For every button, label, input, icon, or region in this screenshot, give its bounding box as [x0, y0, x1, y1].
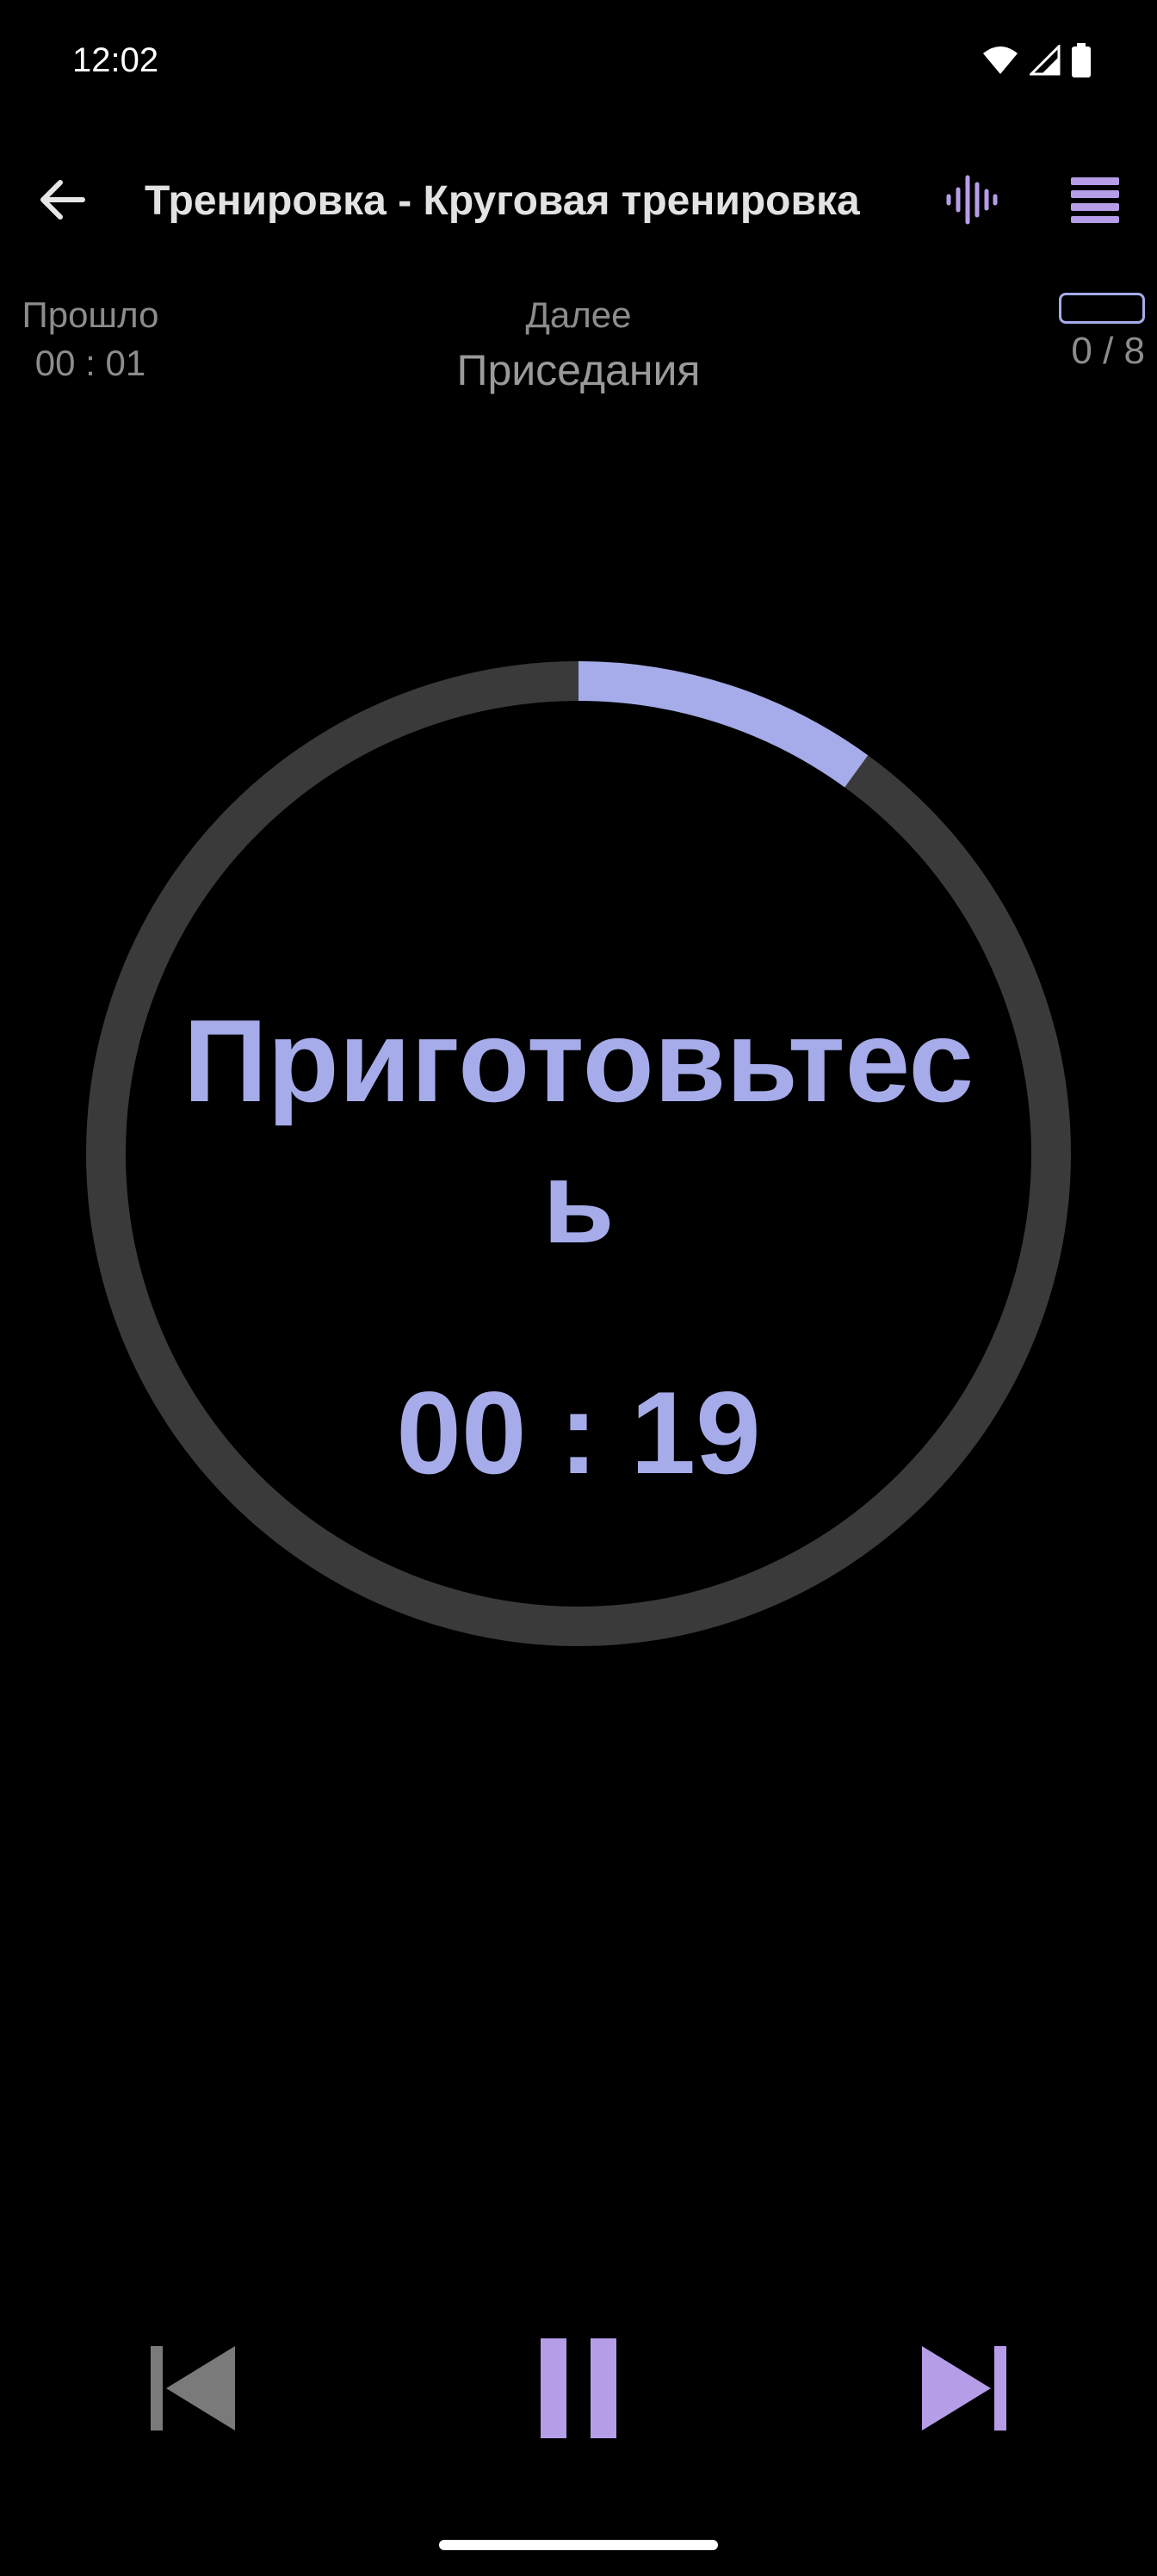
page-title: Тренировка - Круговая тренировка [145, 178, 860, 224]
workout-progress-count: 0 / 8 [1071, 330, 1145, 372]
battery-icon [1072, 43, 1091, 77]
next-label: Далее [525, 294, 632, 335]
workout-progress: 0 / 8 [1050, 293, 1145, 379]
exercise-list-button[interactable] [1059, 164, 1131, 236]
countdown-timer: 00 : 19 [396, 1367, 761, 1498]
arrow-left-icon [40, 180, 85, 220]
wifi-icon [983, 46, 1018, 74]
home-indicator [439, 2540, 718, 2550]
signal-icon [1030, 45, 1061, 76]
elapsed-value: 00 : 01 [34, 343, 146, 383]
pause-button[interactable] [510, 2319, 647, 2457]
skip-next-icon [922, 2346, 1006, 2430]
back-button[interactable] [26, 164, 98, 236]
next-exercise-button[interactable] [895, 2319, 1033, 2457]
previous-exercise-button[interactable] [124, 2319, 262, 2457]
phase-text: Приготовьтесь [183, 995, 974, 1267]
elapsed-label: Прошло [22, 294, 159, 335]
next-exercise-block: Далее Приседания [320, 291, 837, 401]
status-time: 12:02 [72, 41, 159, 79]
voice-settings-button[interactable] [935, 164, 1007, 236]
list-icon [1071, 177, 1119, 223]
elapsed-block: Прошло 00 : 01 [9, 291, 172, 387]
workout-progress-bar [1059, 293, 1145, 324]
pause-icon [541, 2338, 616, 2438]
skip-previous-icon [151, 2346, 235, 2430]
audio-wave-icon [946, 175, 998, 225]
next-exercise-name: Приседания [456, 346, 701, 394]
status-icons [981, 43, 1092, 77]
